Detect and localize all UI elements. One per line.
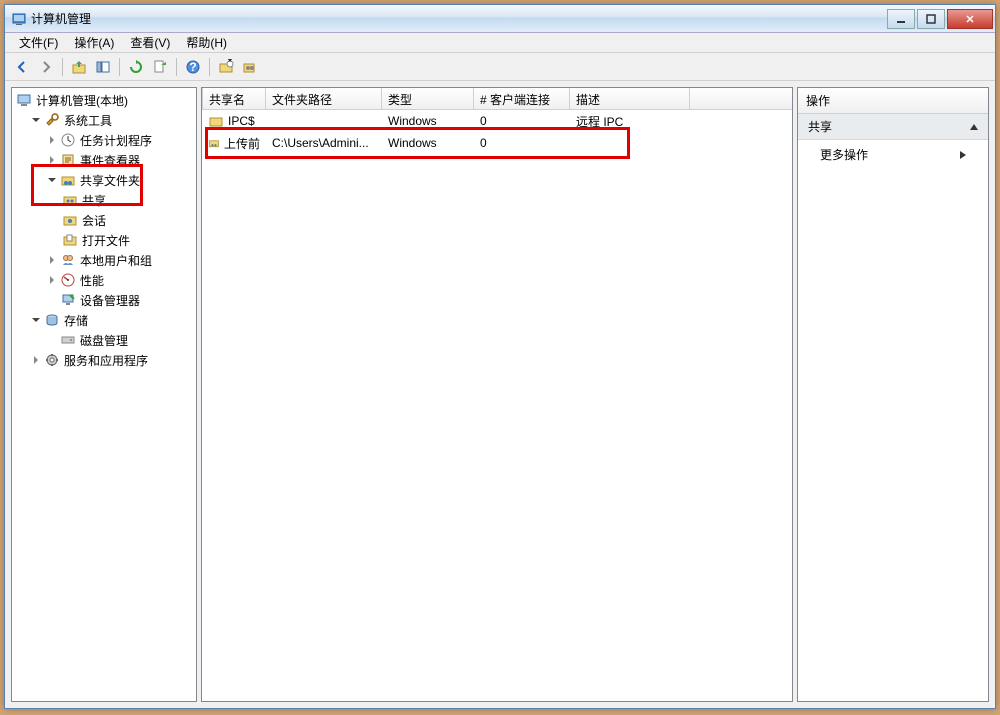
submenu-icon [960,151,966,159]
clock-icon [60,132,76,148]
event-icon [60,152,76,168]
menu-view[interactable]: 查看(V) [122,32,178,53]
new-share-button[interactable]: * [215,56,237,78]
performance-icon [60,272,76,288]
main-window: 计算机管理 文件(F) 操作(A) 查看(V) 帮助(H) ? * 计算机管理( [4,4,996,709]
share-icon [62,192,78,208]
computer-icon [16,92,32,108]
stop-sharing-button[interactable] [239,56,261,78]
expander-open-icon[interactable] [46,174,58,186]
close-button[interactable] [947,9,993,29]
cell-type: Windows [382,112,474,130]
cell-name: IPC$ [202,111,266,131]
action-header: 操作 [798,88,988,114]
menu-file[interactable]: 文件(F) [11,32,66,53]
help-button[interactable]: ? [182,56,204,78]
list-row[interactable]: IPC$ Windows 0 远程 IPC [202,110,792,132]
app-icon [11,11,27,27]
storage-icon [44,312,60,328]
titlebar[interactable]: 计算机管理 [5,5,995,33]
tree-sessions[interactable]: 会话 [12,210,196,230]
expander-open-icon[interactable] [30,114,42,126]
cell-path: C:\Users\Admini... [266,134,382,152]
action-more[interactable]: 更多操作 [798,140,988,169]
disk-icon [60,332,76,348]
tree-panel[interactable]: 计算机管理(本地) 系统工具 任务计划程序 事件查看器 共享文件夹 [11,87,197,702]
export-button[interactable] [149,56,171,78]
tree-disk-management[interactable]: 磁盘管理 [12,330,196,350]
cell-desc [570,141,690,145]
column-connections[interactable]: # 客户端连接 [474,88,570,109]
device-icon [60,292,76,308]
expander-closed-icon[interactable] [30,354,42,366]
open-files-icon [62,232,78,248]
action-panel: 操作 共享 更多操作 [797,87,989,702]
back-button[interactable] [11,56,33,78]
expander-closed-icon[interactable] [46,274,58,286]
tree-shares[interactable]: 共享 [12,190,196,210]
session-icon [62,212,78,228]
tree-task-scheduler[interactable]: 任务计划程序 [12,130,196,150]
tree-performance[interactable]: 性能 [12,270,196,290]
toolbar-separator [119,58,120,76]
tree-services-apps[interactable]: 服务和应用程序 [12,350,196,370]
tree-root[interactable]: 计算机管理(本地) [12,90,196,110]
shared-folder-icon [60,172,76,188]
cell-conn: 0 [474,134,570,152]
svg-text:?: ? [189,60,196,74]
cell-name: 上传前 [202,133,266,154]
toolbar: ? * [5,53,995,81]
minimize-button[interactable] [887,9,915,29]
menubar: 文件(F) 操作(A) 查看(V) 帮助(H) [5,33,995,53]
refresh-button[interactable] [125,56,147,78]
expander-closed-icon[interactable] [46,254,58,266]
content-area: 计算机管理(本地) 系统工具 任务计划程序 事件查看器 共享文件夹 [5,81,995,708]
cell-path [266,119,382,123]
column-type[interactable]: 类型 [382,88,474,109]
action-section-shares[interactable]: 共享 [798,114,988,140]
expander-spacer [46,294,58,306]
expander-open-icon[interactable] [30,314,42,326]
forward-button[interactable] [35,56,57,78]
tree-event-viewer[interactable]: 事件查看器 [12,150,196,170]
tree-device-manager[interactable]: 设备管理器 [12,290,196,310]
menu-action[interactable]: 操作(A) [66,32,122,53]
tools-icon [44,112,60,128]
list-panel[interactable]: 共享名 文件夹路径 类型 # 客户端连接 描述 IPC$ Windows 0 远… [201,87,793,702]
expander-spacer [46,334,58,346]
svg-text:*: * [228,59,233,69]
collapse-icon [970,124,978,130]
tree-storage[interactable]: 存储 [12,310,196,330]
maximize-button[interactable] [917,9,945,29]
users-icon [60,252,76,268]
window-title: 计算机管理 [31,10,885,27]
tree-shared-folders[interactable]: 共享文件夹 [12,170,196,190]
cell-desc: 远程 IPC [570,111,690,132]
list-header: 共享名 文件夹路径 类型 # 客户端连接 描述 [202,88,792,110]
toolbar-separator [176,58,177,76]
tree-open-files[interactable]: 打开文件 [12,230,196,250]
show-hide-tree-button[interactable] [92,56,114,78]
menu-help[interactable]: 帮助(H) [178,32,235,53]
tree-system-tools[interactable]: 系统工具 [12,110,196,130]
cell-conn: 0 [474,112,570,130]
column-description[interactable]: 描述 [570,88,690,109]
expander-closed-icon[interactable] [46,134,58,146]
share-icon [208,113,224,129]
services-icon [44,352,60,368]
window-controls [885,9,993,29]
tree-local-users[interactable]: 本地用户和组 [12,250,196,270]
column-folder-path[interactable]: 文件夹路径 [266,88,382,109]
toolbar-separator [209,58,210,76]
cell-type: Windows [382,134,474,152]
share-icon [208,135,220,151]
toolbar-separator [62,58,63,76]
expander-closed-icon[interactable] [46,154,58,166]
list-row[interactable]: 上传前 C:\Users\Admini... Windows 0 [202,132,792,154]
column-share-name[interactable]: 共享名 [202,88,266,109]
up-button[interactable] [68,56,90,78]
